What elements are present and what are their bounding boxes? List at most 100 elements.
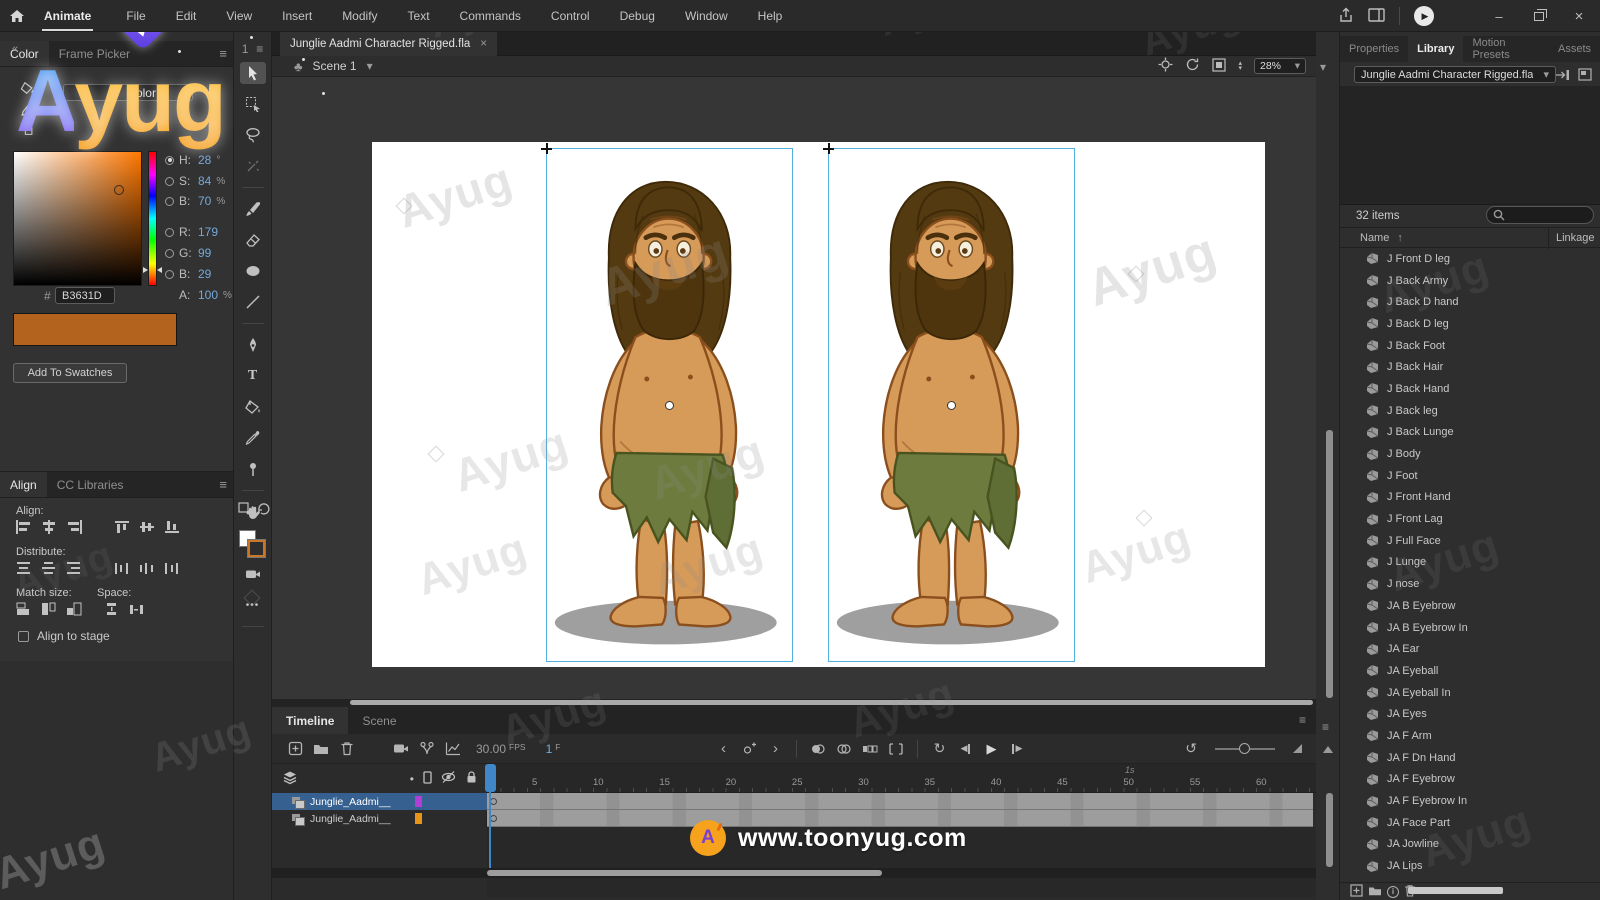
snap-rotate-icon[interactable] bbox=[257, 502, 270, 518]
transform-point-1[interactable] bbox=[665, 401, 674, 410]
scene-chevron-icon[interactable]: ▾ bbox=[367, 59, 373, 73]
menu-item[interactable]: Control bbox=[536, 9, 605, 23]
distribute-bottom-button[interactable] bbox=[65, 561, 83, 575]
next-keyframe-button[interactable]: › bbox=[762, 740, 788, 757]
timeline-horizontal-scrollbar[interactable] bbox=[272, 868, 1316, 878]
window-minimize-button[interactable]: – bbox=[1486, 9, 1512, 24]
slider-knob[interactable] bbox=[1239, 743, 1250, 754]
alpha-value[interactable]: 100 bbox=[198, 288, 218, 302]
library-item[interactable]: JA Face Part bbox=[1340, 812, 1600, 834]
brush-tool[interactable] bbox=[240, 198, 266, 220]
library-item[interactable]: J Back D leg bbox=[1340, 313, 1600, 335]
hide-column-icon[interactable] bbox=[441, 770, 456, 787]
stage-vertical-scrollbar[interactable] bbox=[1326, 430, 1333, 698]
library-item[interactable]: JA Eyeball bbox=[1340, 660, 1600, 682]
g-radio[interactable] bbox=[165, 249, 174, 258]
window-close-button[interactable]: × bbox=[1566, 8, 1592, 25]
menu-item[interactable]: Edit bbox=[161, 9, 212, 23]
library-item[interactable]: J Front Hand bbox=[1340, 487, 1600, 509]
document-tab-close-icon[interactable]: × bbox=[480, 38, 487, 50]
step-forward-button[interactable]: ▶ bbox=[1004, 743, 1030, 754]
r-radio[interactable] bbox=[165, 228, 174, 237]
pasteboard[interactable] bbox=[272, 77, 1316, 699]
timeline-menu-icon[interactable]: ≡ bbox=[1299, 713, 1306, 727]
oval-tool[interactable] bbox=[240, 260, 266, 282]
new-symbol-button[interactable] bbox=[1350, 884, 1363, 900]
library-item[interactable]: JA Lips bbox=[1340, 855, 1600, 877]
library-item[interactable]: J Back Hand bbox=[1340, 378, 1600, 400]
align-right-button[interactable] bbox=[65, 520, 83, 534]
column-divider[interactable] bbox=[1548, 228, 1549, 249]
new-layer-button[interactable] bbox=[282, 741, 308, 756]
fill-stroke-swatches[interactable] bbox=[239, 530, 267, 560]
match-height-button[interactable] bbox=[40, 602, 58, 616]
selection-tool[interactable] bbox=[240, 62, 266, 84]
tab-frame-picker[interactable]: Frame Picker bbox=[49, 41, 140, 66]
lasso-tool[interactable] bbox=[240, 124, 266, 146]
library-item[interactable]: J Foot bbox=[1340, 465, 1600, 487]
item-properties-button[interactable]: i bbox=[1387, 886, 1399, 898]
align-bottom-button[interactable] bbox=[163, 520, 181, 534]
stroke-color-icon[interactable] bbox=[20, 102, 35, 119]
tab-properties[interactable]: Properties bbox=[1340, 36, 1408, 62]
onion-skin-outlines-button[interactable] bbox=[831, 742, 857, 756]
pin-library-icon[interactable] bbox=[1555, 68, 1570, 85]
tab-library[interactable]: Library bbox=[1408, 36, 1463, 62]
library-item[interactable]: JA Jowline bbox=[1340, 834, 1600, 856]
keyframe-icon[interactable] bbox=[490, 815, 497, 822]
resize-triangle-icon[interactable] bbox=[1323, 746, 1333, 753]
align-middle-v-button[interactable] bbox=[138, 520, 156, 534]
collapse-panel-icon[interactable]: « bbox=[12, 43, 18, 55]
pen-tool[interactable] bbox=[240, 334, 266, 356]
asset-warp-tool[interactable] bbox=[240, 458, 266, 480]
b-value[interactable]: 70 bbox=[198, 194, 211, 208]
library-item[interactable]: J Front D leg bbox=[1340, 248, 1600, 270]
center-stage-icon[interactable] bbox=[1158, 57, 1173, 75]
space-vertical-button[interactable] bbox=[103, 602, 121, 616]
rotate-stage-icon[interactable] bbox=[1185, 57, 1200, 75]
zoom-stepper[interactable]: ▴ ▾ bbox=[1238, 61, 1242, 71]
b2-radio[interactable] bbox=[165, 270, 174, 279]
library-document-select[interactable]: Junglie Aadmi Character Rigged.fla ▾ bbox=[1354, 66, 1556, 83]
reset-timeline-zoom-icon[interactable]: ↺ bbox=[1185, 740, 1197, 757]
stage[interactable] bbox=[372, 142, 1265, 667]
sort-ascending-icon[interactable]: ↑ bbox=[1397, 232, 1403, 244]
library-item[interactable]: J nose bbox=[1340, 573, 1600, 595]
layer-name[interactable]: Junglie_Aadmi__ bbox=[310, 796, 391, 808]
new-folder-button[interactable] bbox=[1368, 885, 1382, 899]
free-transform-tool[interactable] bbox=[240, 93, 266, 115]
current-frame-value[interactable]: 1 bbox=[546, 742, 553, 756]
layer-row-2[interactable]: Junglie_Aadmi__ bbox=[272, 810, 487, 827]
distribute-top-button[interactable] bbox=[15, 561, 33, 575]
layer-depth-button[interactable] bbox=[440, 741, 466, 756]
share-icon[interactable] bbox=[1338, 7, 1354, 26]
playhead[interactable] bbox=[485, 764, 496, 792]
menu-item[interactable]: View bbox=[211, 9, 267, 23]
frame-ruler[interactable]: 1s 2s 51015202530354045505560 bbox=[487, 764, 1316, 793]
color-gradient-square[interactable] bbox=[13, 151, 142, 286]
paint-bucket-tool[interactable] bbox=[240, 396, 266, 418]
h-value[interactable]: 28 bbox=[198, 153, 211, 167]
tab-timeline[interactable]: Timeline bbox=[272, 707, 348, 734]
match-width-button[interactable] bbox=[15, 602, 33, 616]
panel-menu-icon[interactable]: ≡ bbox=[219, 477, 227, 492]
library-item[interactable]: J Lunge bbox=[1340, 552, 1600, 574]
tab-cc-libraries[interactable]: CC Libraries bbox=[47, 472, 134, 497]
text-tool[interactable]: T bbox=[240, 365, 266, 387]
h-radio[interactable] bbox=[165, 156, 174, 165]
align-to-stage-checkbox[interactable]: Align to stage bbox=[18, 629, 110, 643]
line-tool[interactable] bbox=[240, 291, 266, 313]
menu-animate[interactable]: Animate bbox=[42, 1, 93, 31]
scrollbar-thumb[interactable] bbox=[350, 700, 1313, 705]
fps-value[interactable]: 30.00 bbox=[476, 742, 506, 756]
camera-tool[interactable] bbox=[240, 563, 266, 585]
new-folder-button[interactable] bbox=[308, 742, 334, 755]
library-item[interactable]: J Back Army bbox=[1340, 270, 1600, 292]
fill-color-icon[interactable] bbox=[20, 81, 35, 98]
add-camera-button[interactable] bbox=[388, 742, 414, 755]
library-item[interactable]: JA Ear bbox=[1340, 638, 1600, 660]
edit-multiple-frames-button[interactable] bbox=[857, 742, 883, 756]
menu-item[interactable]: Modify bbox=[327, 9, 392, 23]
r-value[interactable]: 179 bbox=[198, 225, 218, 239]
library-item[interactable]: JA F Eyebrow bbox=[1340, 769, 1600, 791]
